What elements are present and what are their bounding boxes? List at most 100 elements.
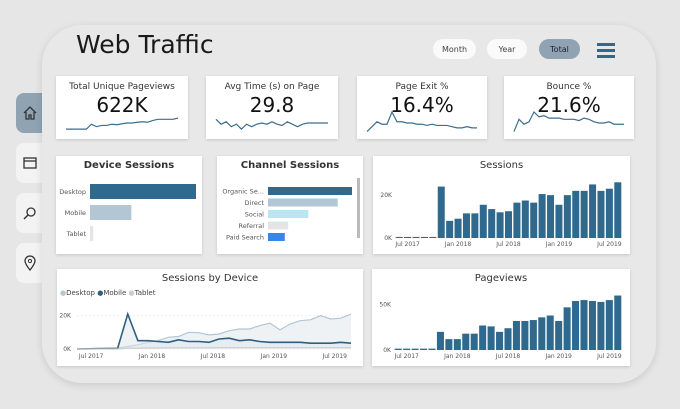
bar[interactable] [470, 333, 478, 350]
bar[interactable] [572, 300, 580, 350]
bar[interactable] [546, 315, 554, 350]
bar[interactable] [589, 184, 597, 238]
sidebar-item-search[interactable] [16, 193, 44, 233]
bar[interactable] [420, 348, 428, 350]
bar[interactable] [90, 205, 132, 220]
x-tick-label: Jan 2019 [545, 241, 573, 248]
bar[interactable] [454, 218, 462, 238]
sparkline [66, 117, 179, 130]
bar[interactable] [488, 209, 496, 238]
bar[interactable] [453, 339, 461, 350]
y-tick-label: 0K [383, 347, 392, 354]
y-tick-label: 20K [59, 313, 72, 320]
bar[interactable] [496, 331, 504, 350]
sidebar-item-map[interactable] [16, 243, 44, 283]
bar-label: Organic Se... [222, 188, 264, 196]
bar-label: Tablet [66, 230, 87, 238]
y-tick-label: 50K [379, 302, 392, 309]
kpi-card-avg-time: Avg Time (s) on Page 29.8 [206, 76, 338, 139]
bar[interactable] [538, 317, 546, 350]
bar[interactable] [529, 320, 537, 350]
bar[interactable] [479, 204, 487, 238]
bar[interactable] [504, 328, 512, 350]
bar[interactable] [563, 195, 571, 238]
bar[interactable] [437, 186, 445, 238]
channel-sessions-card: Channel Sessions Organic Se... Direct Soci… [217, 156, 363, 254]
x-tick-label: Jul 2018 [495, 353, 521, 360]
bar[interactable] [563, 307, 571, 350]
bar[interactable] [512, 320, 520, 350]
bar[interactable] [521, 200, 529, 239]
bar[interactable] [268, 210, 309, 218]
x-tick-label: Jul 2019 [596, 353, 622, 360]
bar[interactable] [614, 182, 622, 238]
bar[interactable] [496, 212, 504, 238]
bar[interactable] [268, 187, 352, 195]
bar[interactable] [268, 198, 338, 207]
bar[interactable] [462, 333, 470, 350]
kpi-card-page-exit: Page Exit % 16.4% [357, 76, 487, 139]
x-tick-label: Jul 2017 [394, 241, 420, 248]
sparkline [366, 110, 477, 132]
bar[interactable] [411, 348, 419, 350]
x-tick-label: Jan 2019 [544, 353, 572, 360]
bar[interactable] [521, 320, 529, 350]
device-sessions-card: Device Sessions Desktop Mobile Tablet [56, 156, 202, 254]
bar[interactable] [555, 320, 563, 350]
bar[interactable] [597, 190, 605, 238]
bar[interactable] [394, 348, 402, 350]
filter-total-button[interactable]: Total [539, 39, 580, 59]
y-tick-label: 0K [384, 235, 393, 242]
bar[interactable] [605, 300, 613, 350]
bar[interactable] [471, 213, 479, 238]
x-tick-label: Jul 2017 [78, 353, 104, 360]
bar[interactable] [597, 301, 605, 350]
browser-window-icon [23, 157, 37, 169]
bar[interactable] [588, 300, 596, 350]
search-icon [23, 207, 36, 220]
bar[interactable] [580, 300, 588, 350]
bar[interactable] [513, 202, 521, 238]
bar[interactable] [580, 190, 588, 238]
bar[interactable] [479, 325, 487, 350]
bar[interactable] [429, 236, 437, 238]
sparkline [513, 111, 624, 132]
sessions-chart-card: Sessions 0K 20K Jul 2017 Jan 2018 Jul 2018 Jan… [373, 156, 630, 254]
bar[interactable] [605, 188, 613, 238]
bar[interactable] [446, 220, 454, 238]
bar[interactable] [538, 194, 546, 238]
home-icon [23, 106, 37, 120]
bar[interactable] [403, 348, 411, 350]
bar[interactable] [504, 211, 513, 238]
x-tick-label: Jul 2019 [321, 353, 347, 360]
hamburger-icon[interactable] [597, 43, 615, 58]
bar[interactable] [547, 195, 555, 238]
kpi-card-unique-pageviews: Total Unique Pageviews 622K [56, 76, 188, 139]
bar[interactable] [412, 236, 420, 238]
bar[interactable] [404, 236, 412, 238]
bar[interactable] [487, 326, 495, 350]
kpi-card-bounce: Bounce % 21.6% [504, 76, 634, 139]
bar[interactable] [530, 202, 538, 238]
bar[interactable] [90, 226, 94, 241]
bar[interactable] [395, 236, 403, 238]
x-tick-label: Jul 2018 [495, 241, 521, 248]
bar[interactable] [462, 213, 470, 238]
bar[interactable] [436, 331, 444, 350]
sidebar-item-pages[interactable] [16, 143, 44, 183]
bar[interactable] [268, 233, 285, 241]
bar[interactable] [420, 236, 428, 238]
bar[interactable] [614, 295, 622, 350]
y-tick-label: 0K [63, 346, 72, 353]
sessions-by-device-card: Sessions by Device ●Desktop ●Mobile ●Tab… [57, 269, 363, 366]
bar[interactable] [428, 348, 436, 350]
bar[interactable] [268, 221, 289, 230]
bar[interactable] [572, 190, 580, 238]
filter-month-button[interactable]: Month [433, 39, 476, 59]
bar[interactable] [445, 339, 453, 350]
bar[interactable] [555, 204, 563, 238]
filter-year-button[interactable]: Year [487, 39, 527, 59]
bar[interactable] [90, 184, 196, 199]
x-tick-label: Jul 2019 [596, 241, 622, 248]
sidebar-item-home[interactable] [16, 93, 44, 133]
